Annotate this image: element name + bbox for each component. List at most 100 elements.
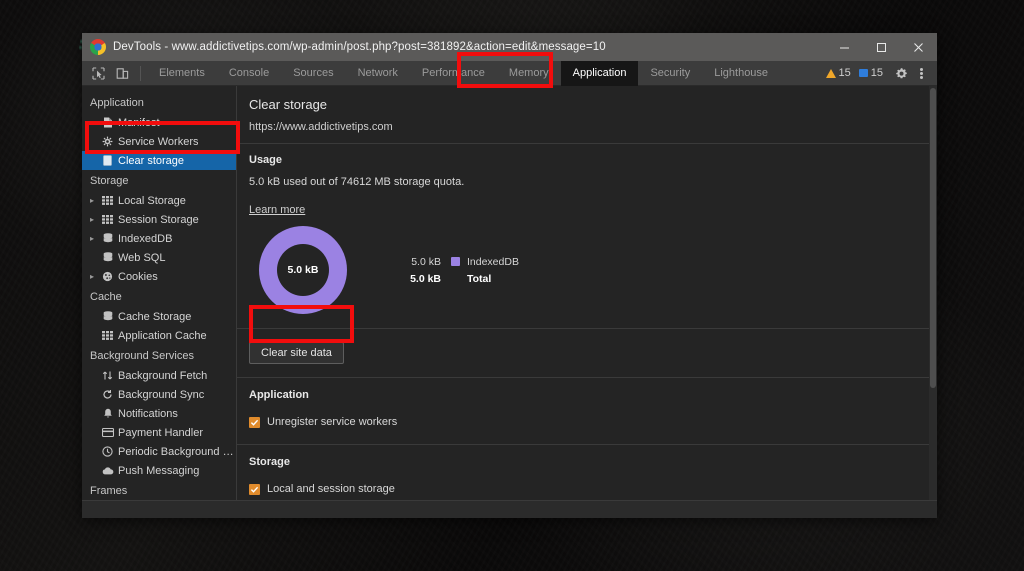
sidebar-item-label: Local Storage [118,194,186,207]
devtools-window: DevTools - www.addictivetips.com/wp-admi… [82,33,937,518]
checkbox-checked-icon[interactable] [249,483,260,495]
close-button[interactable] [900,33,937,61]
database-icon [100,251,115,264]
sidebar-item-label: Background Sync [118,388,205,401]
legend-label: IndexedDB [467,255,519,268]
usage-section: Usage 5.0 kB used out of 74612 MB storag… [237,144,929,328]
sidebar-item-cache-storage[interactable]: Cache Storage [82,307,236,326]
warning-triangle-icon [825,68,836,78]
sidebar-item-label: Push Messaging [118,464,200,477]
sidebar-item-payment-handler[interactable]: Payment Handler [82,423,236,442]
sidebar-item-clear-storage[interactable]: Clear storage [82,151,236,170]
sidebar-item-push-messaging[interactable]: Push Messaging [82,461,236,480]
chevron-right-icon[interactable]: ▸ [90,215,100,224]
checkbox-row[interactable]: Local and session storage [249,478,929,500]
window-titlebar: DevTools - www.addictivetips.com/wp-admi… [82,33,937,61]
application-options-heading: Application [249,389,309,401]
legend-row-total: 5.0 kB Total [395,270,519,287]
inspect-element-icon[interactable] [86,63,110,84]
tab-performance[interactable]: Performance [410,61,497,86]
sidebar-item-cookies[interactable]: ▸ Cookies [82,267,236,286]
donut-hole: 5.0 kB [277,244,329,296]
sidebar-group-cache: Cache [90,291,122,303]
scrollbar-thumb[interactable] [930,88,936,388]
tab-application[interactable]: Application [560,60,639,86]
vertical-scrollbar[interactable] [929,86,937,500]
sidebar-item-background-sync[interactable]: Background Sync [82,385,236,404]
checkbox-row[interactable]: Unregister service workers [249,411,929,433]
warnings-badge[interactable]: 15 [825,67,851,79]
sidebar-item-periodic-background-sync[interactable]: Periodic Background Sync [82,442,236,461]
payment-icon [100,426,115,439]
status-bar [82,500,937,518]
sidebar-item-background-fetch[interactable]: Background Fetch [82,366,236,385]
legend-total-label: Total [467,272,492,285]
chevron-right-icon[interactable]: ▸ [90,272,100,281]
maximize-button[interactable] [863,33,900,61]
devtools-body: Application Manifest Service Workers Cle… [82,86,937,500]
tab-sources[interactable]: Sources [281,61,345,86]
devtools-toolbar: Elements Console Sources Network Perform… [82,60,937,86]
table-icon [100,329,115,342]
sidebar-item-label: Session Storage [118,213,199,226]
learn-more-link[interactable]: Learn more [249,204,305,216]
sidebar-item-notifications[interactable]: Notifications [82,404,236,423]
sidebar-item-label: Application Cache [118,329,207,342]
sidebar-group-application: Application [90,97,144,109]
sidebar-item-service-workers[interactable]: Service Workers [82,132,236,151]
table-icon [100,213,115,226]
tab-lighthouse[interactable]: Lighthouse [702,61,780,86]
checkbox-checked-icon[interactable] [249,416,260,428]
storage-donut-chart: 5.0 kB 5.0 kB IndexedDB 5.0 kB Total [249,218,929,328]
checkbox-label: Local and session storage [267,483,395,495]
chrome-icon [90,39,106,55]
checkbox-label: Unregister service workers [267,416,398,428]
device-toolbar-icon[interactable] [110,63,134,84]
sidebar-group-frames: Frames [90,485,128,497]
sidebar-item-label: Periodic Background Sync [118,445,236,458]
sidebar-item-web-sql[interactable]: ▸ Web SQL [82,248,236,267]
table-icon [100,194,115,207]
gear-icon[interactable] [891,67,911,80]
tab-console[interactable]: Console [217,61,281,86]
application-sidebar: Application Manifest Service Workers Cle… [82,86,237,500]
tab-security[interactable]: Security [638,61,702,86]
background-sync-icon [100,388,115,401]
warnings-count: 15 [838,67,851,79]
sidebar-item-local-storage[interactable]: ▸ Local Storage [82,191,236,210]
database-icon [100,232,115,245]
tab-elements[interactable]: Elements [147,61,217,86]
tab-network[interactable]: Network [346,61,410,86]
clock-icon [100,445,115,458]
cookie-icon [100,270,115,283]
sidebar-item-session-storage[interactable]: ▸ Session Storage [82,210,236,229]
usage-heading: Usage [249,154,283,166]
devtools-tabs: Elements Console Sources Network Perform… [147,60,780,86]
storage-options-section: Storage Local and session storage Indexe… [237,445,929,500]
sidebar-group-storage: Storage [90,175,129,187]
chevron-placeholder-icon: ▸ [90,254,100,262]
cloud-icon [100,464,115,477]
kebab-menu-icon[interactable] [911,67,931,80]
database-icon [100,310,115,323]
chevron-right-icon[interactable]: ▸ [90,196,100,205]
sidebar-item-label: Payment Handler [118,426,203,439]
legend-total-value: 5.0 kB [410,272,441,285]
clear-site-data-button[interactable]: Clear site data [249,342,344,364]
message-icon [858,69,868,77]
storage-options-heading: Storage [249,456,290,468]
sidebar-item-application-cache[interactable]: Application Cache [82,326,236,345]
legend-swatch-empty [451,274,460,283]
clear-site-data-section: Clear site data [237,329,929,377]
service-workers-icon [100,135,115,148]
minimize-button[interactable] [826,33,863,61]
sidebar-item-manifest[interactable]: Manifest [82,113,236,132]
tab-memory[interactable]: Memory [497,61,561,86]
sidebar-item-label: Cache Storage [118,310,192,323]
sidebar-item-indexeddb[interactable]: ▸ IndexedDB [82,229,236,248]
sidebar-item-label: Clear storage [118,154,185,167]
messages-badge[interactable]: 15 [858,67,883,79]
sidebar-item-label: Notifications [118,407,178,420]
chevron-right-icon[interactable]: ▸ [90,234,100,243]
clear-storage-icon [100,154,115,167]
